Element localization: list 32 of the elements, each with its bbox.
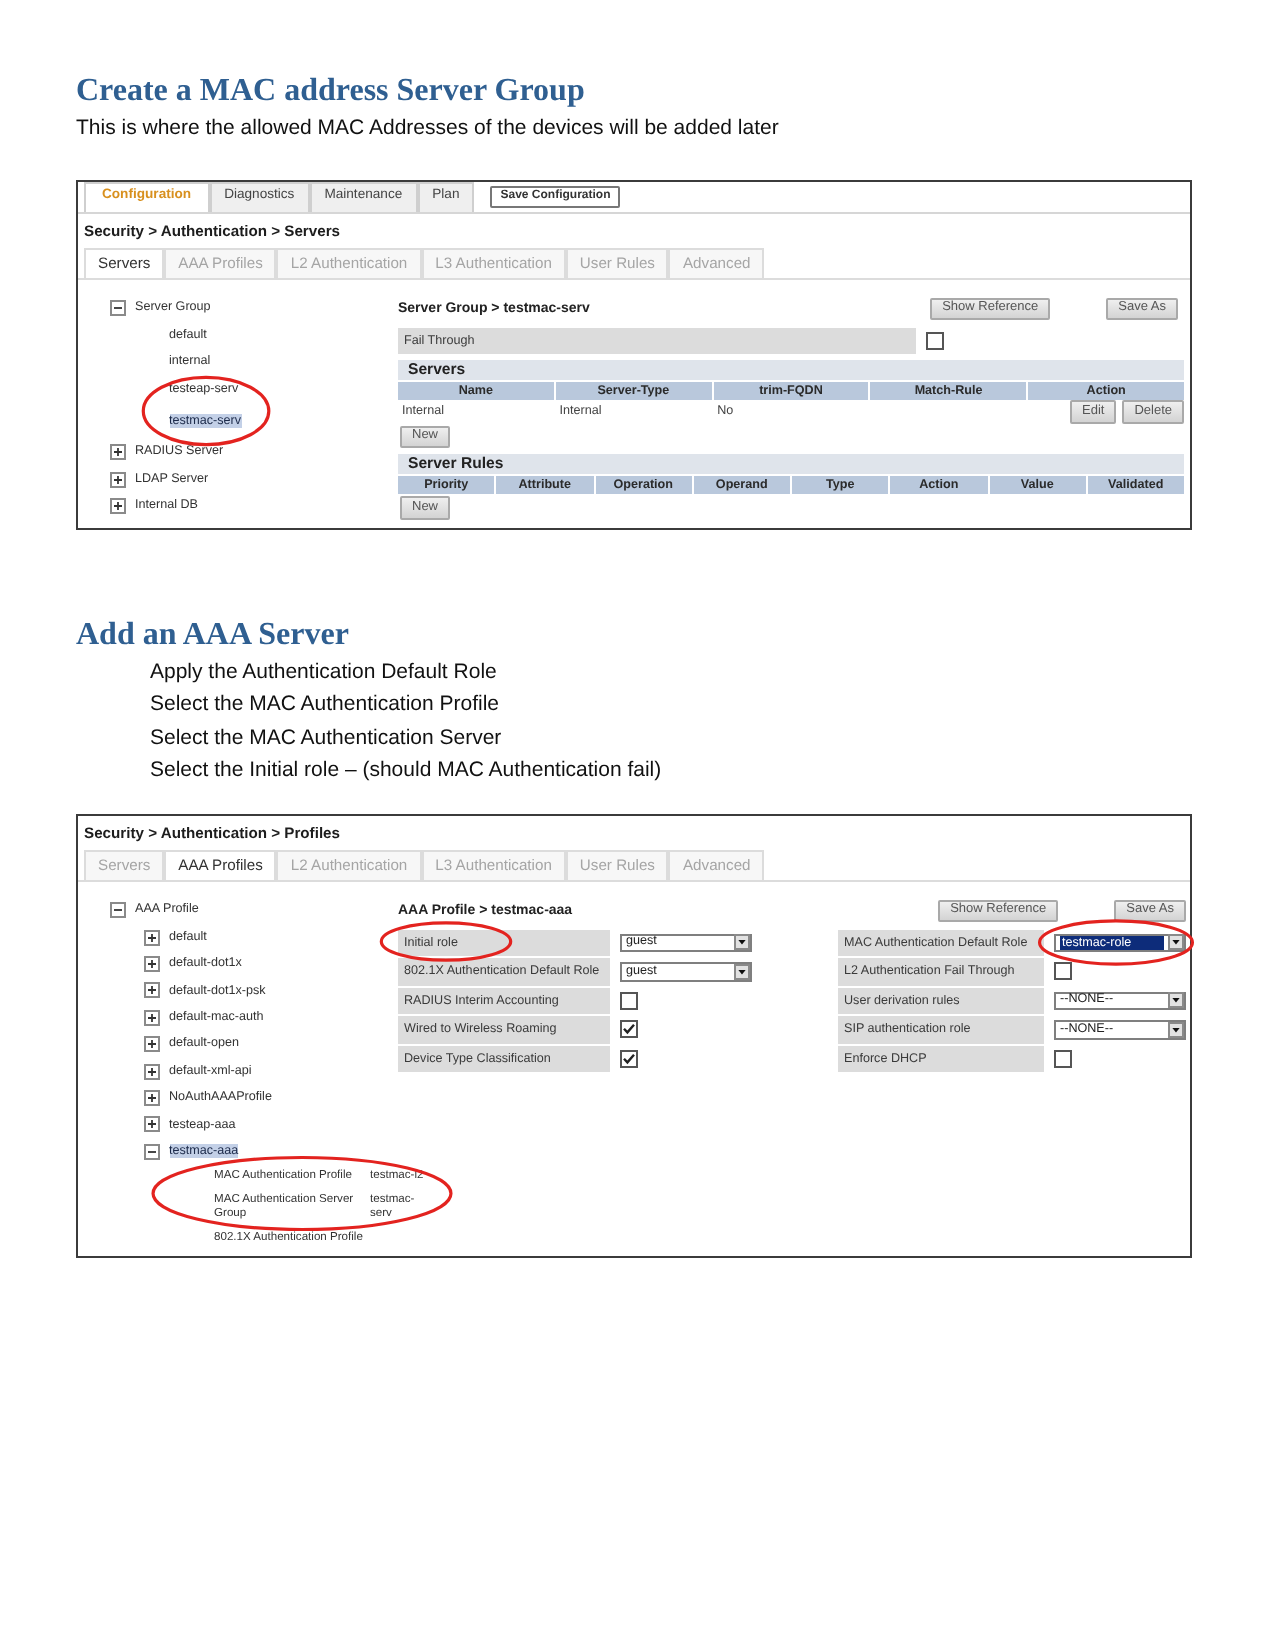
minus-icon[interactable]	[109, 902, 125, 919]
checkbox[interactable]	[926, 331, 944, 350]
checkbox[interactable]	[1054, 962, 1072, 981]
caret-icon	[734, 963, 750, 980]
step-text: Select the MAC Authentication Profile	[150, 690, 502, 720]
caret-icon	[1168, 934, 1184, 951]
checkbox[interactable]	[620, 1049, 638, 1068]
step-text: Select the MAC Authentication Server	[150, 723, 504, 753]
plus-icon[interactable]	[143, 1116, 159, 1133]
intro-text: This is where the allowed MAC Addresses of the devices will be added later	[76, 114, 781, 144]
step-text: Apply the Authentication Default Role	[150, 657, 499, 687]
minus-icon[interactable]	[109, 300, 125, 317]
checkbox[interactable]	[1054, 1049, 1072, 1068]
caret-icon	[1168, 1021, 1184, 1038]
plus-icon[interactable]	[109, 471, 125, 488]
plus-icon[interactable]	[143, 955, 159, 972]
plus-icon[interactable]	[143, 1036, 159, 1053]
plus-icon[interactable]	[143, 1009, 159, 1026]
checkbox[interactable]	[620, 991, 638, 1010]
caret-icon	[734, 934, 750, 951]
plus-icon[interactable]	[143, 1089, 159, 1106]
plus-icon[interactable]	[143, 929, 159, 946]
plus-icon[interactable]	[109, 497, 125, 514]
checkbox[interactable]	[620, 1020, 638, 1039]
step-text: Select the Initial role – (should MAC Authentication fail)	[150, 756, 664, 786]
section-heading: Add an AAA Server	[76, 615, 351, 655]
caret-icon	[1168, 992, 1184, 1009]
plus-icon[interactable]	[143, 982, 159, 999]
plus-icon[interactable]	[109, 444, 125, 461]
plus-icon[interactable]	[143, 1063, 159, 1080]
minus-icon[interactable]	[143, 1143, 159, 1160]
section-heading: Create a MAC address Server Group	[76, 72, 587, 112]
